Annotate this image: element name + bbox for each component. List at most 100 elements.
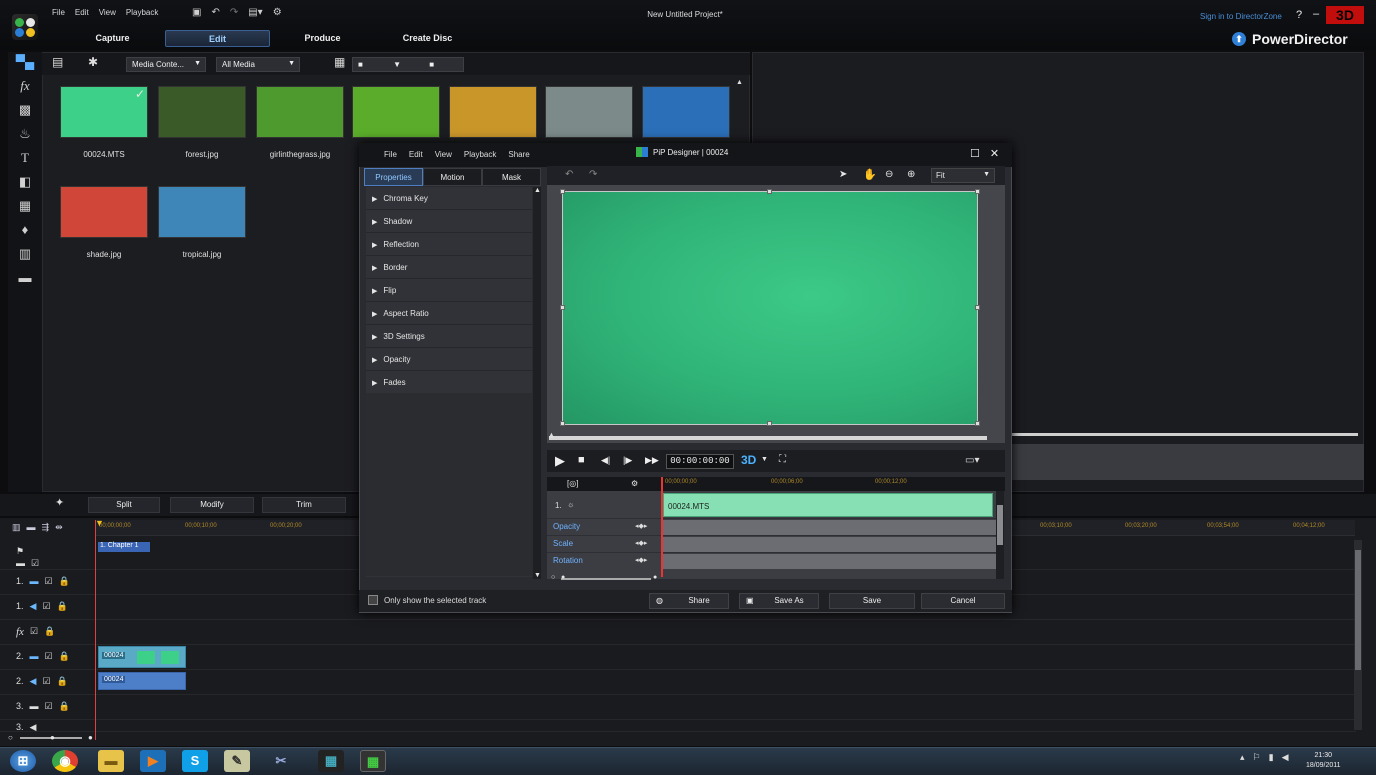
pip-menu-edit[interactable]: Edit [409, 150, 423, 159]
start-button-icon[interactable]: ⊞ [10, 750, 36, 772]
media-thumb-motorbikes[interactable] [545, 86, 633, 138]
timecode-display[interactable]: 00:00:00:00 [666, 454, 734, 469]
track-lock-icon[interactable]: 🔒 [59, 651, 70, 662]
save-icon[interactable]: ▣ [192, 8, 201, 18]
timeline-video-clip[interactable]: 00024 [98, 646, 186, 668]
media-thumb-grass[interactable] [352, 86, 440, 138]
zoom-out-icon[interactable]: ○ [8, 733, 13, 742]
particle-icon[interactable]: ♨ [15, 127, 35, 147]
modify-button[interactable]: Modify [170, 497, 254, 513]
playhead-marker-icon[interactable]: ▼ [95, 518, 104, 528]
share-button[interactable]: ◍ Share [649, 593, 729, 609]
chapter-icon[interactable]: ▥ [15, 247, 35, 267]
minimize-button[interactable]: – [1313, 8, 1319, 20]
resize-handle[interactable] [560, 421, 565, 426]
zoom-dropdown[interactable]: Fit ▼ [931, 168, 995, 183]
pip-playhead[interactable] [661, 477, 663, 577]
prop-fades[interactable]: ▶ Fades [366, 372, 532, 394]
pip-objects-icon[interactable]: ▩ [15, 103, 35, 123]
effects-fx-icon[interactable]: fx [15, 79, 35, 99]
prop-flip[interactable]: ▶ Flip [366, 280, 532, 302]
media-thumb-forest[interactable] [158, 86, 246, 138]
audio-mixing-icon[interactable]: ▦ [15, 199, 35, 219]
track-lock-icon[interactable]: 🔒 [59, 576, 70, 587]
resize-handle[interactable] [975, 421, 980, 426]
track-lock-icon[interactable]: 🔒 [59, 701, 70, 712]
prop-opacity[interactable]: ▶ Opacity [366, 349, 532, 371]
zoom-fit-icon[interactable]: ⇹ [55, 522, 63, 533]
menu-file[interactable]: File [52, 8, 65, 22]
chevron-down-icon[interactable]: ▼ [761, 456, 768, 463]
library-scrollbar[interactable]: ▲ [736, 76, 746, 146]
undo-icon[interactable]: ↶ [565, 169, 573, 180]
zoom-in-icon[interactable]: ● [653, 574, 657, 581]
system-clock[interactable]: 21:30 18/09/2011 [1306, 751, 1341, 771]
zoom-in-icon[interactable]: ● [88, 733, 93, 742]
resize-handle[interactable] [975, 305, 980, 310]
timeline-audio-clip[interactable]: 00024 [98, 672, 186, 690]
trim-button[interactable]: Trim [262, 497, 346, 513]
keyframe-toggle-icon[interactable]: [◎] [567, 479, 578, 488]
tab-capture[interactable]: Capture [60, 30, 165, 47]
keyframe-track[interactable] [663, 520, 997, 535]
menu-playback[interactable]: Playback [126, 8, 158, 22]
fit-timeline-icon[interactable]: ⇶ [42, 522, 50, 533]
storyboard-icon[interactable]: ▥ [12, 522, 21, 533]
powerdirector-taskbar-icon[interactable]: ▦ [360, 750, 386, 772]
keyframe-track[interactable] [663, 554, 997, 569]
scroll-up-icon[interactable]: ▲ [736, 79, 743, 86]
media-thumb-00024[interactable]: ✓ [60, 86, 148, 138]
upgrade-arrow-icon[interactable]: ⬆ [1232, 32, 1246, 46]
tab-edit[interactable]: Edit [165, 30, 270, 47]
fullscreen-icon[interactable]: ⛶ [779, 454, 786, 465]
subtitle-icon[interactable]: ▬ [15, 271, 35, 291]
chrome-icon[interactable]: ◉ [52, 750, 78, 772]
previous-frame-icon[interactable]: ◀| [601, 455, 610, 466]
track-enable-checkbox[interactable]: ☑ [45, 576, 53, 587]
maximize-icon[interactable]: ☐ [970, 147, 980, 160]
import-media-icon[interactable]: ▤ [52, 56, 63, 72]
volume-icon[interactable]: ◀ [1282, 752, 1289, 763]
undo-icon[interactable]: ↶ [211, 8, 219, 18]
track-enable-checkbox[interactable]: ☑ [45, 701, 53, 712]
track-lock-icon[interactable]: 🔒 [44, 626, 55, 638]
track-enable-checkbox[interactable]: ☑ [31, 558, 39, 569]
pip-timeline-scrollbar[interactable] [996, 491, 1004, 579]
scroll-up-icon[interactable]: ▲ [534, 187, 541, 194]
cancel-button[interactable]: Cancel [921, 593, 1005, 609]
file-explorer-icon[interactable]: ▬ [98, 750, 124, 772]
magic-tools-icon[interactable]: ✦ [55, 498, 64, 509]
tab-properties[interactable]: Properties [364, 168, 423, 186]
show-hidden-icons-icon[interactable]: ▴ [1240, 752, 1245, 763]
voice-over-microphone-icon[interactable]: ♦ [15, 223, 35, 243]
display-icon[interactable]: ▤▾ [248, 8, 262, 18]
grid-view-icon[interactable]: ▦ [334, 56, 345, 72]
close-icon[interactable]: ✕ [990, 147, 999, 160]
tab-create-disc[interactable]: Create Disc [375, 30, 480, 47]
timeline-playhead[interactable] [95, 520, 96, 740]
resize-handle[interactable] [560, 305, 565, 310]
settings-gear-icon[interactable]: ⚙ [273, 8, 282, 18]
transition-icon[interactable]: ◧ [15, 175, 35, 195]
slider-knob[interactable]: ● [561, 574, 565, 581]
plugin-icon[interactable]: ✱ [88, 56, 98, 72]
add-keyframe-icon[interactable]: ◂◆▸ [635, 539, 647, 547]
pip-menu-file[interactable]: File [384, 150, 397, 159]
view-size-slider[interactable]: ■ ▼ ■ [352, 57, 464, 72]
display-mode-icon[interactable]: ▭▾ [965, 455, 979, 466]
media-thumb-field[interactable] [449, 86, 537, 138]
track-enable-checkbox[interactable]: ☑ [42, 676, 50, 687]
flag-icon[interactable]: ⚐ [1253, 752, 1261, 763]
pan-hand-icon[interactable]: ✋ [863, 168, 877, 181]
add-keyframe-icon[interactable]: ◂◆▸ [635, 556, 647, 564]
save-button[interactable]: Save [829, 593, 915, 609]
track-lock-icon[interactable]: 🔒 [57, 676, 68, 687]
prop-3d-settings[interactable]: ▶ 3D Settings [366, 326, 532, 348]
play-icon[interactable]: ▶ [555, 453, 565, 469]
media-thumb-sky[interactable] [642, 86, 730, 138]
preview-scrubber[interactable] [1012, 433, 1358, 436]
pip-scrub-bar[interactable]: ▲ [547, 430, 987, 440]
fast-forward-icon[interactable]: ▶▶ [645, 455, 659, 466]
tab-motion[interactable]: Motion [423, 168, 482, 186]
pip-timeline-clip[interactable]: 00024.MTS [663, 493, 993, 517]
